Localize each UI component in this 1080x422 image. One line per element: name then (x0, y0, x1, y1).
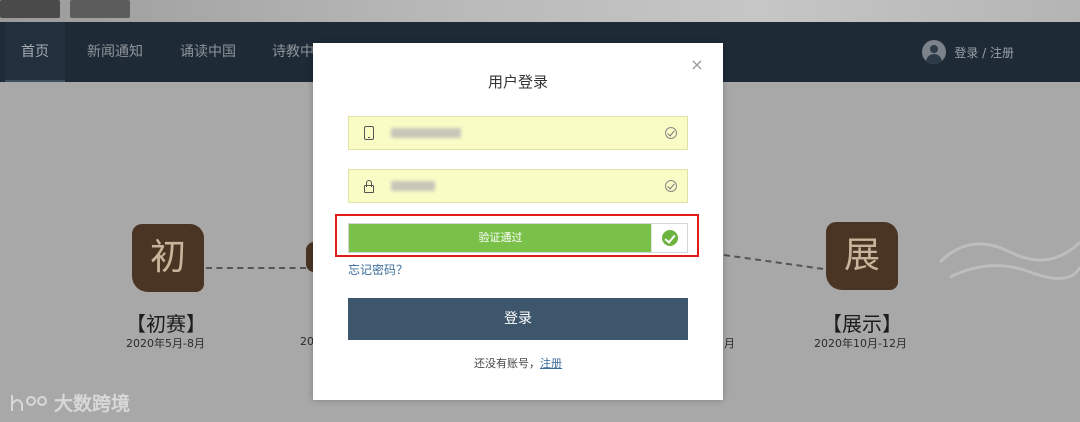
phone-valid-check-icon (665, 127, 677, 139)
stage-seal-showcase: 展 (826, 222, 898, 290)
stage-seal-preliminary: 初 (132, 224, 204, 292)
watermark-logo-icon (11, 394, 47, 411)
blurred-password-value (391, 181, 435, 191)
stage-date-preliminary: 2020年5月-8月 (126, 337, 205, 350)
timeline-dash (723, 254, 824, 270)
stage-date-showcase: 2020年10月-12月 (814, 337, 907, 350)
phone-field (348, 116, 688, 150)
password-valid-check-icon (665, 180, 677, 192)
nav-item-home[interactable]: 首页 (5, 22, 65, 82)
password-field (348, 169, 688, 203)
verification-highlight-box (335, 214, 699, 257)
watermark-text: 大数跨境 (54, 393, 131, 415)
user-login-area[interactable]: 登录 / 注册 (922, 40, 1014, 64)
login-register-link[interactable]: 登录 / 注册 (954, 44, 1014, 61)
avatar-icon (922, 40, 947, 64)
nav-item-poetry[interactable]: 诗教中 (272, 22, 314, 82)
phone-icon (361, 125, 377, 141)
timeline-dash (206, 267, 306, 269)
nav-item-news[interactable]: 新闻通知 (87, 22, 143, 82)
login-button[interactable]: 登录 (348, 298, 688, 340)
register-link[interactable]: 注册 (540, 357, 562, 370)
banner-book-decoration (0, 0, 60, 18)
stage-title-showcase: 【展示】 (822, 312, 902, 336)
watermark: 大数跨境 (10, 389, 130, 416)
register-prompt: 还没有账号，注册 (313, 355, 723, 371)
nav-item-recite-china[interactable]: 诵读中国 (180, 22, 236, 82)
cloud-decoration (938, 240, 1080, 280)
close-icon[interactable]: × (689, 57, 705, 73)
modal-title: 用户登录 (487, 73, 548, 91)
top-banner (0, 0, 1080, 22)
stage-title-preliminary: 【初赛】 (126, 312, 206, 336)
blurred-phone-value (391, 128, 461, 138)
stage-date-partial: 20 (300, 335, 314, 348)
stage-date-partial: 月 (724, 337, 735, 350)
forgot-password-link[interactable]: 忘记密码？ (348, 261, 408, 278)
lock-icon (361, 178, 377, 194)
banner-book-decoration (70, 0, 130, 18)
no-account-text: 还没有账号， (474, 357, 540, 370)
